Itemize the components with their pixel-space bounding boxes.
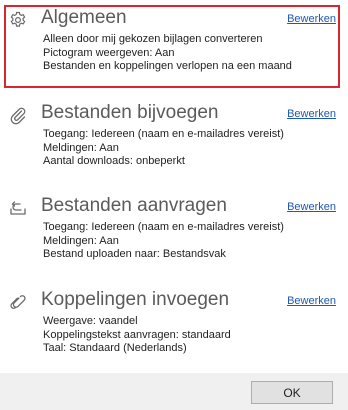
link-icon xyxy=(8,292,28,312)
upload-tray-icon xyxy=(8,198,28,218)
setting-line: Koppelingstekst aanvragen: standaard xyxy=(43,328,231,341)
section-attach-files-header: Bestanden bijvoegen Bewerken xyxy=(0,99,348,129)
setting-line: Taal: Standaard (Nederlands) xyxy=(43,342,187,354)
section-request-files: Bestanden aanvragen Bewerken Toegang: Ie… xyxy=(0,192,348,278)
section-request-files-title: Bestanden aanvragen xyxy=(41,195,227,216)
gear-icon xyxy=(8,10,28,30)
section-general-settings: Alleen door mij gekozen bijlagen convert… xyxy=(43,33,292,74)
setting-line: Meldingen: Aan xyxy=(43,234,119,247)
section-request-files-edit-link[interactable]: Bewerken xyxy=(287,200,336,214)
setting-line: Weergave: vaandel xyxy=(43,315,138,327)
section-insert-links-edit-link[interactable]: Bewerken xyxy=(287,294,336,308)
section-general-title: Algemeen xyxy=(41,7,127,28)
section-request-files-header: Bestanden aanvragen Bewerken xyxy=(0,192,348,222)
section-general: Algemeen Bewerken Alleen door mij gekoze… xyxy=(0,4,348,90)
section-insert-links-title: Koppelingen invoegen xyxy=(41,289,230,310)
paperclip-icon xyxy=(8,105,28,125)
section-general-edit-link[interactable]: Bewerken xyxy=(287,12,336,26)
setting-line: Pictogram weergeven: Aan xyxy=(43,46,175,59)
ok-button[interactable]: OK xyxy=(251,381,333,404)
setting-line: Bestand uploaden naar: Bestandsvak xyxy=(43,248,226,260)
section-insert-links: Koppelingen invoegen Bewerken Weergave: … xyxy=(0,286,348,372)
setting-line: Bestanden en koppelingen verlopen na een… xyxy=(43,60,292,72)
setting-line: Meldingen: Aan xyxy=(43,141,119,154)
section-attach-files-edit-link[interactable]: Bewerken xyxy=(287,107,336,121)
section-general-header: Algemeen Bewerken xyxy=(0,4,348,34)
dialog-footer: OK xyxy=(0,373,348,410)
section-attach-files-title: Bestanden bijvoegen xyxy=(41,102,219,123)
setting-line: Alleen door mij gekozen bijlagen convert… xyxy=(43,33,263,45)
section-insert-links-header: Koppelingen invoegen Bewerken xyxy=(0,286,348,316)
setting-line: Toegang: Iedereen (naam en e-mailadres v… xyxy=(43,221,284,233)
section-attach-files: Bestanden bijvoegen Bewerken Toegang: Ie… xyxy=(0,99,348,185)
section-insert-links-settings: Weergave: vaandel Koppelingstekst aanvra… xyxy=(43,315,231,356)
section-attach-files-settings: Toegang: Iedereen (naam en e-mailadres v… xyxy=(43,128,284,169)
setting-line: Toegang: Iedereen (naam en e-mailadres v… xyxy=(43,128,284,140)
setting-line: Aantal downloads: onbeperkt xyxy=(43,155,185,167)
section-request-files-settings: Toegang: Iedereen (naam en e-mailadres v… xyxy=(43,221,284,262)
